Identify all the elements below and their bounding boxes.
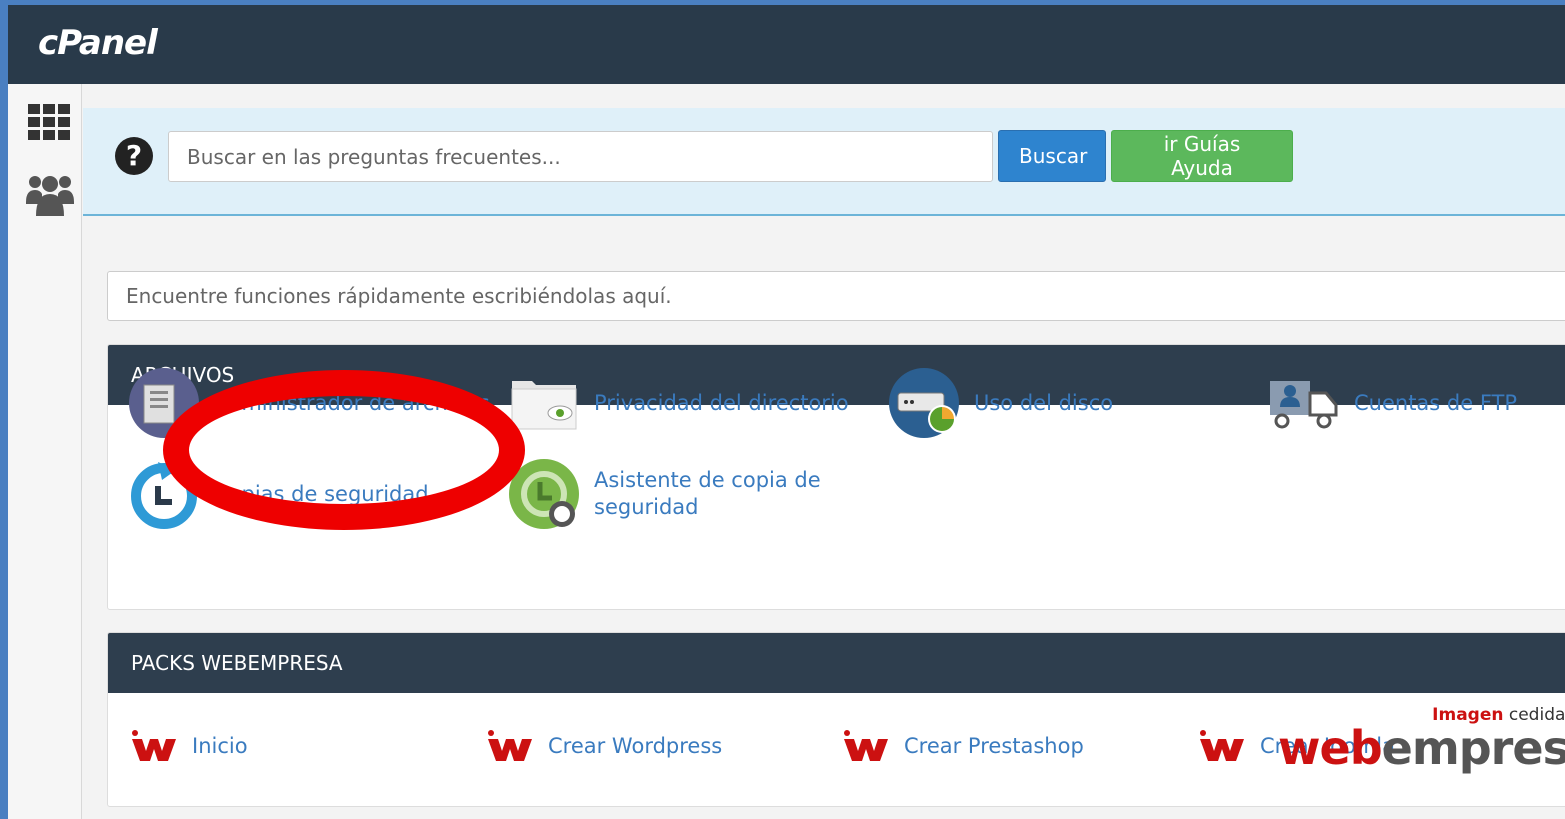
backup-wizard-label[interactable]: Asistente de copia de seguridad [594,467,824,521]
disk-usage-icon [889,368,959,438]
webempresa-icon [844,730,888,761]
question-icon: ? [115,137,153,175]
help-guides-button[interactable]: ir Guías Ayuda [1111,130,1293,182]
pack-inicio-label[interactable]: Inicio [192,733,248,760]
webempresa-icon [1200,730,1244,761]
cpanel-window: cPanel ? Buscar en las preguntas frecuen… [8,5,1565,819]
top-bar: cPanel [8,5,1565,84]
search-button[interactable]: Buscar [998,130,1106,182]
ftp-accounts-label[interactable]: Cuentas de FTP [1354,390,1517,417]
disk-usage-link[interactable]: Uso del disco [888,367,1113,439]
webempresa-icon [132,730,176,761]
pack-inicio-link[interactable]: Inicio [130,729,248,763]
help-search-bar: ? Buscar ir Guías Ayuda [83,108,1565,216]
quick-find-input[interactable] [107,271,1565,321]
ftp-accounts-icon [1270,381,1338,429]
grid-icon[interactable] [28,104,70,144]
watermark: Imagen cedida por webempresa [1278,705,1565,775]
cpanel-logo[interactable]: cPanel [38,23,158,63]
packs-panel-title[interactable]: PACKS WEBEMPRESA [108,633,1565,693]
disk-usage-label[interactable]: Uso del disco [974,390,1113,417]
faq-search-input[interactable] [168,131,993,182]
ftp-accounts-link[interactable]: Cuentas de FTP [1268,367,1517,439]
users-icon[interactable] [26,172,74,220]
pack-wordpress-label[interactable]: Crear Wordpress [548,733,722,760]
webempresa-icon [488,730,532,761]
directory-privacy-icon [511,381,577,430]
backup-wizard-link[interactable]: Asistente de copia de seguridad [508,458,824,530]
pack-wordpress-link[interactable]: Crear Wordpress [486,729,722,763]
directory-privacy-link[interactable]: Privacidad del directorio [508,367,849,439]
pack-prestashop-label[interactable]: Crear Prestashop [904,733,1084,760]
webempresa-logo: webempresa [1278,721,1565,775]
pack-prestashop-link[interactable]: Crear Prestashop [842,729,1084,763]
directory-privacy-label[interactable]: Privacidad del directorio [594,390,849,417]
highlight-ellipse [163,370,525,530]
sidebar [8,84,82,819]
